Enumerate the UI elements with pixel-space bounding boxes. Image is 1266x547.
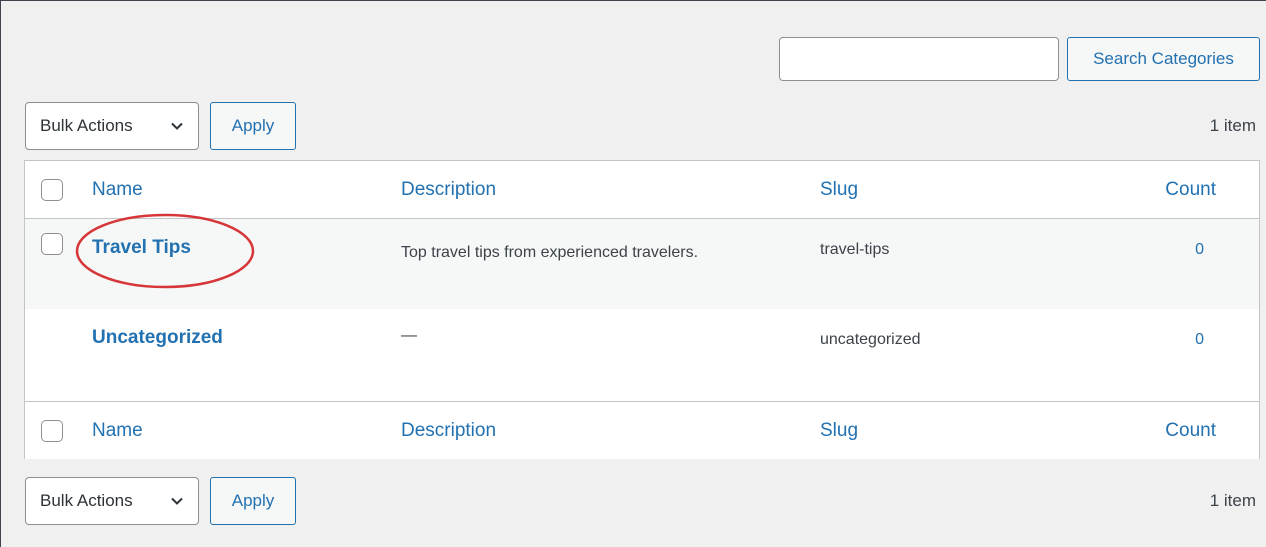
category-count-link[interactable]: 0	[1195, 241, 1204, 259]
category-name-link[interactable]: Travel Tips	[92, 237, 191, 259]
apply-button-bottom[interactable]: Apply	[210, 477, 296, 525]
category-description: Top travel tips from experienced travele…	[401, 244, 699, 261]
bulk-actions-label: Bulk Actions	[40, 116, 133, 135]
category-count-link[interactable]: 0	[1195, 331, 1204, 349]
item-count-bottom: 1 item	[1209, 491, 1256, 510]
item-count-top: 1 item	[1209, 116, 1256, 135]
category-description: —	[401, 327, 417, 344]
table-footer: Name Description Slug Count	[25, 401, 1259, 459]
bulk-actions-select-bottom[interactable]: Bulk Actions	[25, 477, 199, 525]
column-header-description[interactable]: Description	[401, 179, 496, 201]
table-header: Name Description Slug Count	[25, 161, 1259, 219]
column-footer-slug[interactable]: Slug	[820, 420, 858, 442]
categories-table: Name Description Slug Count Travel Tips …	[24, 160, 1260, 459]
column-footer-count[interactable]: Count	[1165, 420, 1216, 442]
column-header-name[interactable]: Name	[92, 179, 143, 201]
chevron-down-icon	[171, 497, 183, 505]
select-all-checkbox-footer[interactable]	[41, 420, 63, 442]
bulk-actions-select-top[interactable]: Bulk Actions	[25, 102, 199, 150]
category-name-link[interactable]: Uncategorized	[92, 327, 223, 349]
search-input[interactable]	[779, 37, 1059, 81]
column-footer-description[interactable]: Description	[401, 420, 496, 442]
column-header-slug[interactable]: Slug	[820, 179, 858, 201]
bulk-actions-label: Bulk Actions	[40, 491, 133, 510]
select-all-checkbox[interactable]	[41, 179, 63, 201]
search-categories-button[interactable]: Search Categories	[1067, 37, 1260, 81]
chevron-down-icon	[171, 122, 183, 130]
row-checkbox[interactable]	[41, 233, 63, 255]
table-row: Uncategorized — uncategorized 0	[25, 309, 1259, 401]
table-row: Travel Tips Top travel tips from experie…	[25, 219, 1259, 309]
category-slug: travel-tips	[820, 241, 890, 258]
column-header-count[interactable]: Count	[1165, 179, 1216, 201]
category-slug: uncategorized	[820, 331, 921, 348]
apply-button-top[interactable]: Apply	[210, 102, 296, 150]
column-footer-name[interactable]: Name	[92, 420, 143, 442]
